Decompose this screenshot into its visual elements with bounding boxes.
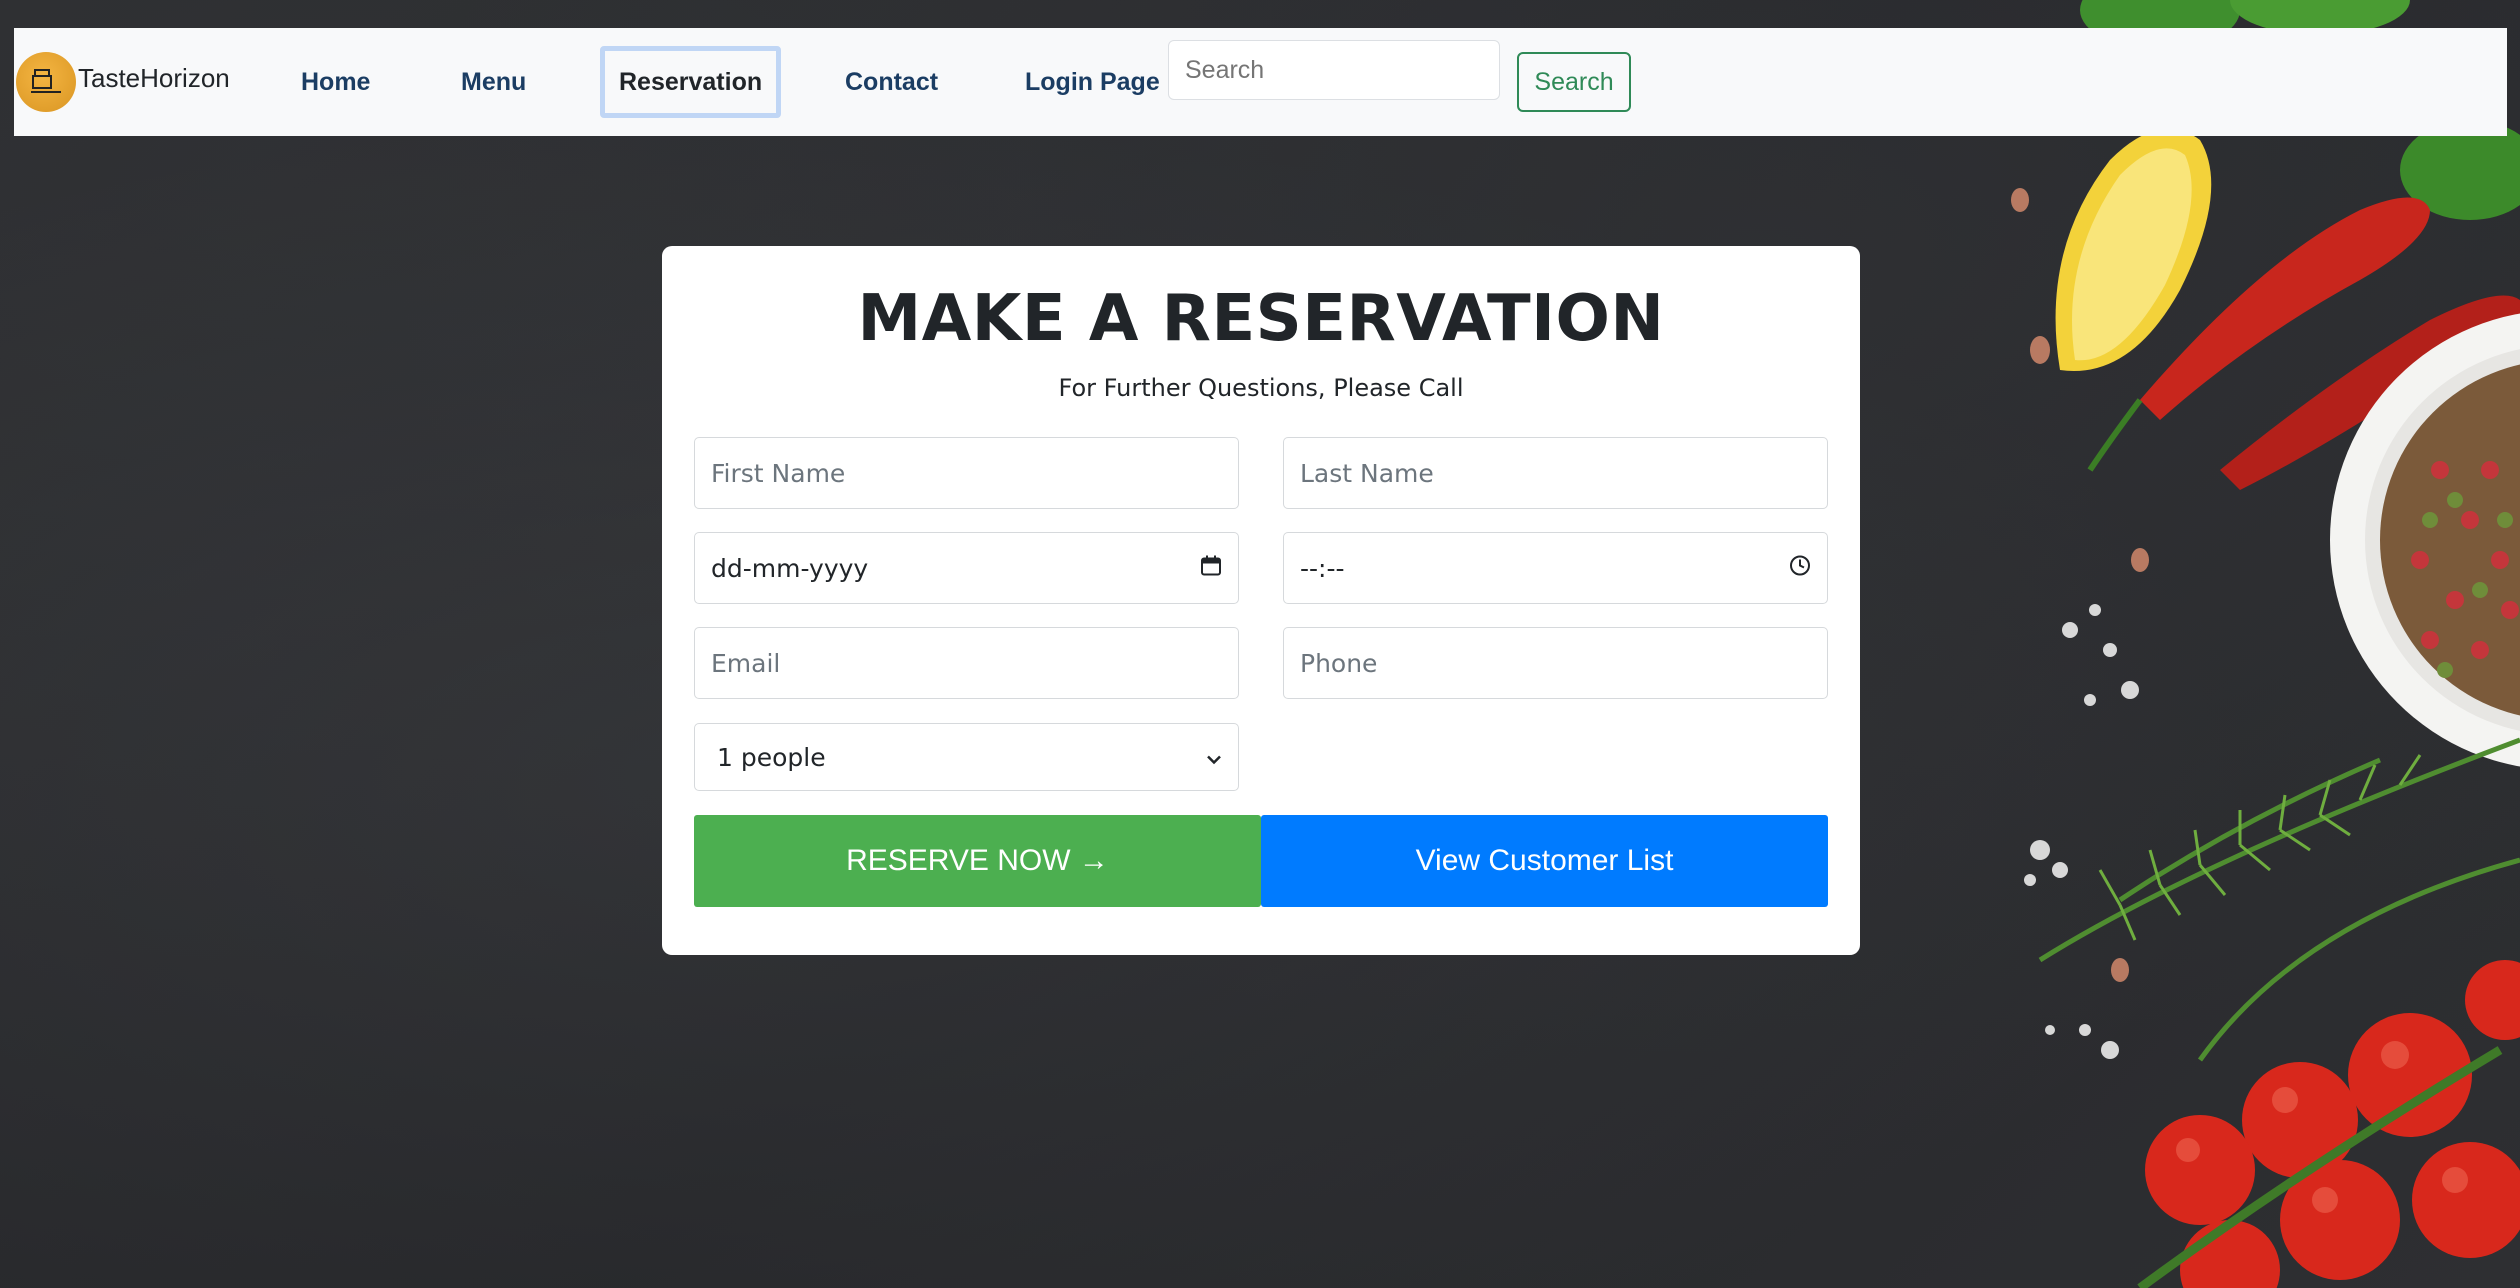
brand-name[interactable]: TasteHorizon — [78, 63, 230, 94]
email-field[interactable]: Email — [694, 627, 1239, 699]
phone-placeholder: Phone — [1300, 648, 1378, 678]
search-button[interactable]: Search — [1517, 52, 1631, 112]
nav-home[interactable]: Home — [301, 28, 370, 136]
email-placeholder: Email — [711, 648, 781, 678]
top-navbar: TasteHorizon Home Menu Reservation Conta… — [14, 28, 2507, 136]
first-name-field[interactable]: First Name — [694, 437, 1239, 509]
phone-field[interactable]: Phone — [1283, 627, 1828, 699]
time-field[interactable]: --:-- — [1283, 532, 1828, 604]
nav-contact[interactable]: Contact — [845, 28, 938, 136]
reserve-now-button[interactable]: RESERVE NOW → — [694, 815, 1261, 907]
view-customer-list-button[interactable]: View Customer List — [1261, 815, 1828, 907]
first-name-placeholder: First Name — [711, 458, 846, 488]
nav-login-page[interactable]: Login Page — [1025, 28, 1160, 136]
last-name-placeholder: Last Name — [1300, 458, 1434, 488]
vegetables-decoration — [2011, 0, 2520, 1288]
last-name-field[interactable]: Last Name — [1283, 437, 1828, 509]
chevron-down-icon — [1206, 743, 1222, 772]
restaurant-logo-icon[interactable] — [16, 52, 76, 112]
people-select[interactable]: 1 people — [694, 723, 1239, 791]
time-placeholder: --:-- — [1300, 553, 1345, 583]
clock-icon[interactable] — [1789, 554, 1811, 583]
date-placeholder: dd-mm-yyyy — [711, 553, 869, 583]
reservation-card: MAKE A RESERVATION For Further Questions… — [662, 246, 1860, 955]
nav-menu[interactable]: Menu — [461, 28, 526, 136]
calendar-icon[interactable] — [1200, 554, 1222, 583]
brand[interactable]: TasteHorizon — [16, 52, 230, 112]
search-input[interactable] — [1168, 40, 1500, 100]
date-field[interactable]: dd-mm-yyyy — [694, 532, 1239, 604]
people-selected-value: 1 people — [717, 742, 826, 772]
nav-reservation[interactable]: Reservation — [600, 46, 782, 118]
subtitle: For Further Questions, Please Call — [1058, 374, 1464, 402]
page-title: MAKE A RESERVATION — [857, 282, 1665, 356]
